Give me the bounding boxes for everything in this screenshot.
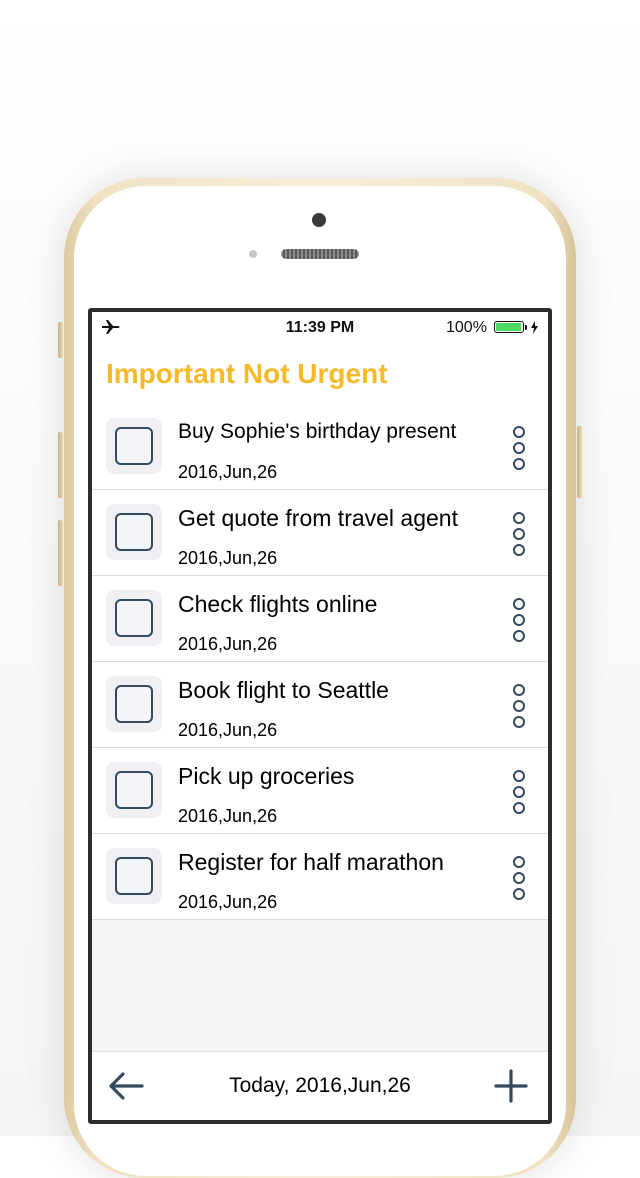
checkbox-square-icon: [115, 685, 153, 723]
task-date: 2016,Jun,26: [178, 720, 278, 740]
checkbox-square-icon: [115, 599, 153, 637]
more-options-icon[interactable]: [504, 426, 534, 470]
task-checkbox[interactable]: [106, 590, 162, 646]
task-checkbox[interactable]: [106, 504, 162, 560]
checkbox-square-icon: [115, 857, 153, 895]
task-row[interactable]: Pick up groceries 2016,Jun,26: [92, 748, 548, 834]
task-row[interactable]: Get quote from travel agent 2016,Jun,26: [92, 490, 548, 576]
checkbox-square-icon: [115, 427, 153, 465]
task-checkbox[interactable]: [106, 418, 162, 474]
task-title: Get quote from travel agent: [178, 505, 458, 531]
task-row[interactable]: Check flights online 2016,Jun,26: [92, 576, 548, 662]
more-options-icon[interactable]: [504, 598, 534, 642]
list-header: Important Not Urgent: [92, 342, 548, 405]
more-options-icon[interactable]: [504, 856, 534, 900]
task-checkbox[interactable]: [106, 676, 162, 732]
task-title: Buy Sophie's birthday present: [178, 420, 457, 443]
status-bar: 11:39 PM 100%: [92, 312, 548, 342]
battery-nub: [525, 325, 527, 330]
task-date: 2016,Jun,26: [178, 806, 278, 826]
task-row[interactable]: Book flight to Seattle 2016,Jun,26: [92, 662, 548, 748]
task-list: Buy Sophie's birthday present 2016,Jun,2…: [92, 404, 548, 920]
task-date: 2016,Jun,26: [178, 892, 278, 912]
more-options-icon[interactable]: [504, 512, 534, 556]
phone-screen: 11:39 PM 100% Important Not Urgent Buy S…: [88, 308, 552, 1124]
task-checkbox[interactable]: [106, 762, 162, 818]
mute-switch: [58, 322, 63, 358]
earpiece-speaker: [281, 249, 359, 259]
bottom-toolbar: Today, 2016,Jun,26: [92, 1051, 548, 1120]
app-screen: 11:39 PM 100% Important Not Urgent Buy S…: [92, 312, 548, 1120]
checkbox-square-icon: [115, 513, 153, 551]
proximity-sensor: [249, 250, 257, 258]
battery-percent: 100%: [446, 319, 487, 336]
front-camera: [312, 213, 326, 227]
task-title: Pick up groceries: [178, 763, 355, 789]
more-options-icon[interactable]: [504, 684, 534, 728]
checkbox-square-icon: [115, 771, 153, 809]
task-title: Register for half marathon: [178, 849, 444, 875]
task-row[interactable]: Register for half marathon 2016,Jun,26: [92, 834, 548, 920]
task-row[interactable]: Buy Sophie's birthday present 2016,Jun,2…: [92, 404, 548, 490]
task-title: Check flights online: [178, 591, 378, 617]
task-checkbox[interactable]: [106, 848, 162, 904]
task-title: Book flight to Seattle: [178, 677, 389, 703]
power-button: [577, 426, 582, 498]
charging-bolt-icon: [531, 321, 538, 334]
volume-down-button: [58, 520, 63, 586]
task-date: 2016,Jun,26: [178, 548, 278, 568]
task-date: 2016,Jun,26: [178, 634, 278, 654]
battery-fill: [496, 323, 521, 331]
page-title: Important Not Urgent: [106, 358, 388, 389]
plus-icon[interactable]: [494, 1069, 528, 1103]
today-date-label[interactable]: Today, 2016,Jun,26: [92, 1074, 548, 1098]
volume-up-button: [58, 432, 63, 498]
task-date: 2016,Jun,26: [178, 462, 278, 482]
more-options-icon[interactable]: [504, 770, 534, 814]
battery-icon: [494, 321, 524, 333]
